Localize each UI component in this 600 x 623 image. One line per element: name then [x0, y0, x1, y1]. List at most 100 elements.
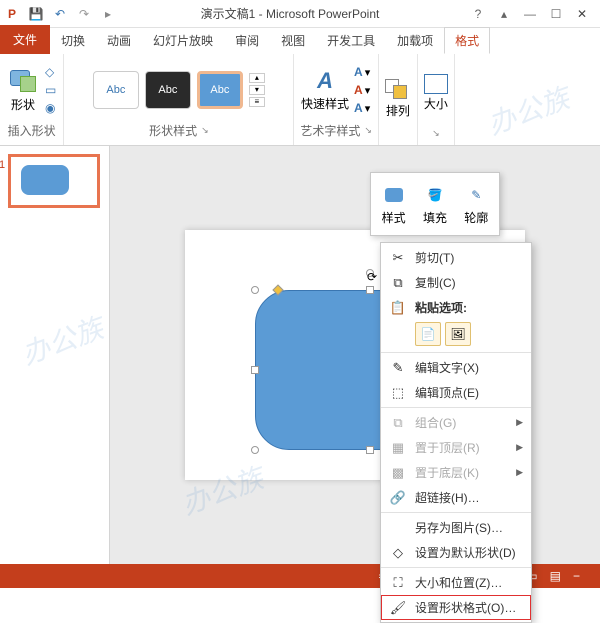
mini-toolbar: 样式 🪣填充 ✎轮廓 — [370, 172, 500, 236]
edit-text-icon: ✎ — [389, 360, 407, 376]
minimize-icon[interactable]: — — [520, 4, 540, 24]
shapes-label: 形状 — [11, 96, 35, 113]
group-wordart-label: 艺术字样式 — [300, 122, 360, 139]
help-icon[interactable]: ? — [468, 4, 488, 24]
ctx-format-shape[interactable]: 🖌设置形状格式(O)… — [381, 595, 531, 620]
merge-shapes-button[interactable]: ◉ — [44, 100, 57, 116]
group-shape-styles: Abc Abc Abc ▴▾≡ 形状样式 ↘ — [64, 54, 294, 145]
tab-file[interactable]: 文件 — [0, 25, 50, 54]
group-size: 大小 ↘ — [418, 54, 455, 145]
edit-shape-button[interactable]: ◇ — [44, 64, 57, 80]
paste-options: 📄 🖼 — [381, 320, 531, 350]
save-icon[interactable]: 💾 — [24, 2, 48, 26]
ribbon: 形状 ◇ ▭ ◉ 插入形状 Abc Abc Abc ▴▾≡ 形状样式 ↘ A 快速… — [0, 54, 600, 146]
zoom-out-icon[interactable]: − — [573, 569, 580, 583]
maximize-icon[interactable]: ☐ — [546, 4, 566, 24]
style-item-1[interactable]: Abc — [93, 71, 139, 109]
ribbon-tabs: 文件 开始 插入 切换 动画 幻灯片放映 审阅 视图 开发工具 加载项 格式 — [0, 28, 600, 54]
ctx-edit-points[interactable]: ⬚编辑顶点(E) — [381, 380, 531, 405]
tab-animation[interactable]: 动画 — [96, 27, 142, 54]
ctx-cut[interactable]: ✂剪切(T) — [381, 245, 531, 270]
quick-style-icon: A — [317, 68, 333, 94]
handle-w[interactable] — [251, 366, 259, 374]
style-item-2[interactable]: Abc — [145, 71, 191, 109]
ctx-bring-front: ▦置于顶层(R)▶ — [381, 435, 531, 460]
tab-review[interactable]: 审阅 — [224, 27, 270, 54]
redo-icon[interactable]: ↷ — [72, 2, 96, 26]
paste-option-2[interactable]: 🖼 — [445, 322, 471, 346]
edit-points-icon: ⬚ — [389, 385, 407, 401]
mini-fill-button[interactable]: 🪣填充 — [421, 183, 449, 226]
context-menu: ✂剪切(T) ⧉复制(C) 📋粘贴选项: 📄 🖼 ✎编辑文字(X) ⬚编辑顶点(… — [380, 242, 532, 623]
slide-number: 1 — [0, 159, 5, 171]
paste-option-1[interactable]: 📄 — [415, 322, 441, 346]
cut-icon: ✂ — [389, 250, 407, 266]
slide-panel[interactable]: 1 — [0, 146, 110, 564]
group-wordart-styles: A 快速样式 A▾ A▾ A▾ 艺术字样式 ↘ — [294, 54, 379, 145]
group-insert-shapes-label: 插入形状 — [8, 122, 56, 139]
size-button[interactable]: 大小 — [424, 74, 448, 112]
ctx-send-back: ▩置于底层(K)▶ — [381, 460, 531, 485]
ctx-group: ⧉组合(G)▶ — [381, 410, 531, 435]
mini-outline-button[interactable]: ✎轮廓 — [462, 183, 490, 226]
shapes-icon — [8, 68, 38, 94]
slideshow-view-icon[interactable]: ▤ — [550, 569, 561, 583]
quick-style-button[interactable]: A 快速样式 — [301, 68, 349, 112]
group-insert-shapes: 形状 ◇ ▭ ◉ 插入形状 — [0, 54, 64, 145]
ctx-save-picture[interactable]: 另存为图片(S)… — [381, 515, 531, 540]
start-slideshow-icon[interactable]: ▸ — [96, 2, 120, 26]
style-item-3[interactable]: Abc — [197, 71, 243, 109]
ctx-set-default[interactable]: ◇设置为默认形状(D) — [381, 540, 531, 565]
group-arrange: 排列 — [379, 54, 418, 145]
ribbon-options-icon[interactable]: ▴ — [494, 4, 514, 24]
format-shape-icon: 🖌 — [389, 600, 407, 616]
slide-thumbnail-1[interactable]: 1 — [8, 154, 100, 208]
shapes-button[interactable]: 形状 — [6, 63, 40, 117]
hyperlink-icon: 🔗 — [389, 490, 407, 506]
shape-style-gallery[interactable]: Abc Abc Abc ▴▾≡ — [93, 71, 265, 109]
default-shape-icon: ◇ — [389, 545, 407, 561]
arrange-label: 排列 — [386, 102, 410, 119]
ctx-size-position[interactable]: ⛶大小和位置(Z)… — [381, 570, 531, 595]
paste-icon: 📋 — [389, 300, 407, 316]
thumbnail-shape — [21, 165, 69, 195]
text-box-button[interactable]: ▭ — [44, 82, 57, 98]
gallery-more[interactable]: ▴▾≡ — [249, 73, 265, 107]
size-position-icon: ⛶ — [389, 575, 407, 591]
group-shape-styles-label: 形状样式 — [149, 122, 197, 139]
quick-access-toolbar: P 💾 ↶ ↷ ▸ 演示文稿1 - Microsoft PowerPoint ?… — [0, 0, 600, 28]
tab-format[interactable]: 格式 — [444, 27, 490, 54]
size-launcher-icon[interactable]: ↘ — [432, 128, 440, 139]
handle-n[interactable] — [366, 286, 374, 294]
ctx-paste-label: 📋粘贴选项: — [381, 295, 531, 320]
handle-sw[interactable] — [251, 446, 259, 454]
ctx-copy[interactable]: ⧉复制(C) — [381, 270, 531, 295]
tab-view[interactable]: 视图 — [270, 27, 316, 54]
arrange-button[interactable]: 排列 — [385, 79, 411, 119]
text-effects-button[interactable]: A▾ — [353, 100, 371, 116]
wordart-launcher-icon[interactable]: ↘ — [364, 125, 372, 136]
undo-icon[interactable]: ↶ — [48, 2, 72, 26]
tab-transition[interactable]: 切换 — [50, 27, 96, 54]
copy-icon: ⧉ — [389, 275, 407, 291]
mini-style-button[interactable]: 样式 — [380, 183, 408, 226]
powerpoint-icon[interactable]: P — [0, 2, 24, 26]
text-fill-button[interactable]: A▾ — [353, 64, 371, 80]
handle-s[interactable] — [366, 446, 374, 454]
handle-nw[interactable] — [251, 286, 259, 294]
window-title: 演示文稿1 - Microsoft PowerPoint — [120, 5, 460, 22]
close-icon[interactable]: ✕ — [572, 4, 592, 24]
text-outline-button[interactable]: A▾ — [353, 82, 371, 98]
bring-front-icon: ▦ — [389, 440, 407, 456]
ctx-hyperlink[interactable]: 🔗超链接(H)… — [381, 485, 531, 510]
group-icon: ⧉ — [389, 415, 407, 431]
size-label: 大小 — [424, 95, 448, 112]
ctx-edit-text[interactable]: ✎编辑文字(X) — [381, 355, 531, 380]
tab-devtools[interactable]: 开发工具 — [316, 27, 386, 54]
tab-addins[interactable]: 加载项 — [386, 27, 444, 54]
quick-style-label: 快速样式 — [301, 95, 349, 112]
rotate-handle[interactable]: ⟳ — [366, 269, 374, 277]
shape-styles-launcher-icon[interactable]: ↘ — [201, 125, 209, 136]
adjust-handle[interactable] — [272, 284, 283, 295]
tab-slideshow[interactable]: 幻灯片放映 — [142, 27, 224, 54]
